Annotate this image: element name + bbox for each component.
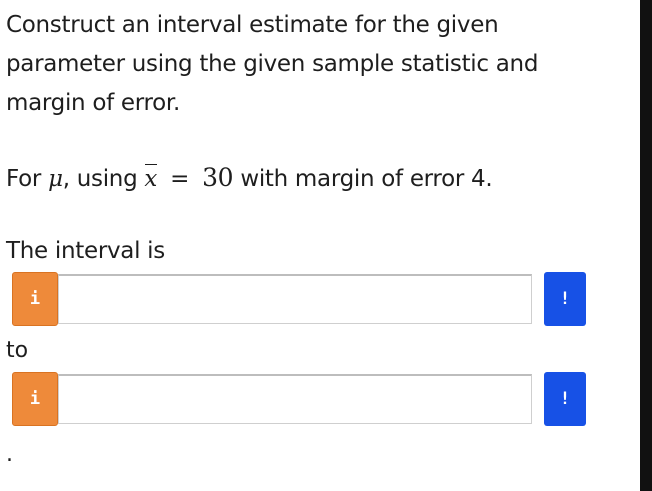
margin-text: with margin of error xyxy=(240,166,465,192)
question-line-2: parameter using the given sample statist… xyxy=(6,51,539,77)
question-prompt: Construct an interval estimate for the g… xyxy=(6,6,626,123)
question-line-1: Construct an interval estimate for the g… xyxy=(6,12,499,38)
parameter-mu-symbol: μ xyxy=(48,166,63,192)
given-suffix: . xyxy=(485,166,493,192)
margin-value: 4 xyxy=(471,166,486,192)
upper-bound-row: i ! xyxy=(12,372,586,426)
info-icon: i xyxy=(29,389,41,409)
question-line-3: margin of error. xyxy=(6,90,180,116)
window-edge-bar xyxy=(640,0,652,491)
closing-period: . xyxy=(6,442,13,467)
upper-info-button[interactable]: i xyxy=(12,372,58,426)
given-prefix: For xyxy=(6,166,42,192)
interval-label: The interval is xyxy=(6,238,165,264)
given-using-text: , using xyxy=(62,166,138,192)
upper-bound-input[interactable] xyxy=(58,374,532,424)
upper-alert-button[interactable]: ! xyxy=(544,372,586,426)
exclamation-icon: ! xyxy=(559,389,571,409)
statistic-value: 30 xyxy=(202,163,234,192)
given-statement: For μ, using x = 30 with margin of error… xyxy=(6,158,493,199)
lower-bound-input[interactable] xyxy=(58,274,532,324)
equals-sign: = xyxy=(170,166,190,192)
lower-bound-row: i ! xyxy=(12,272,586,326)
to-label: to xyxy=(6,338,29,363)
exclamation-icon: ! xyxy=(559,289,571,309)
lower-alert-button[interactable]: ! xyxy=(544,272,586,326)
sample-mean-symbol: x xyxy=(144,160,157,199)
info-icon: i xyxy=(29,289,41,309)
lower-info-button[interactable]: i xyxy=(12,272,58,326)
